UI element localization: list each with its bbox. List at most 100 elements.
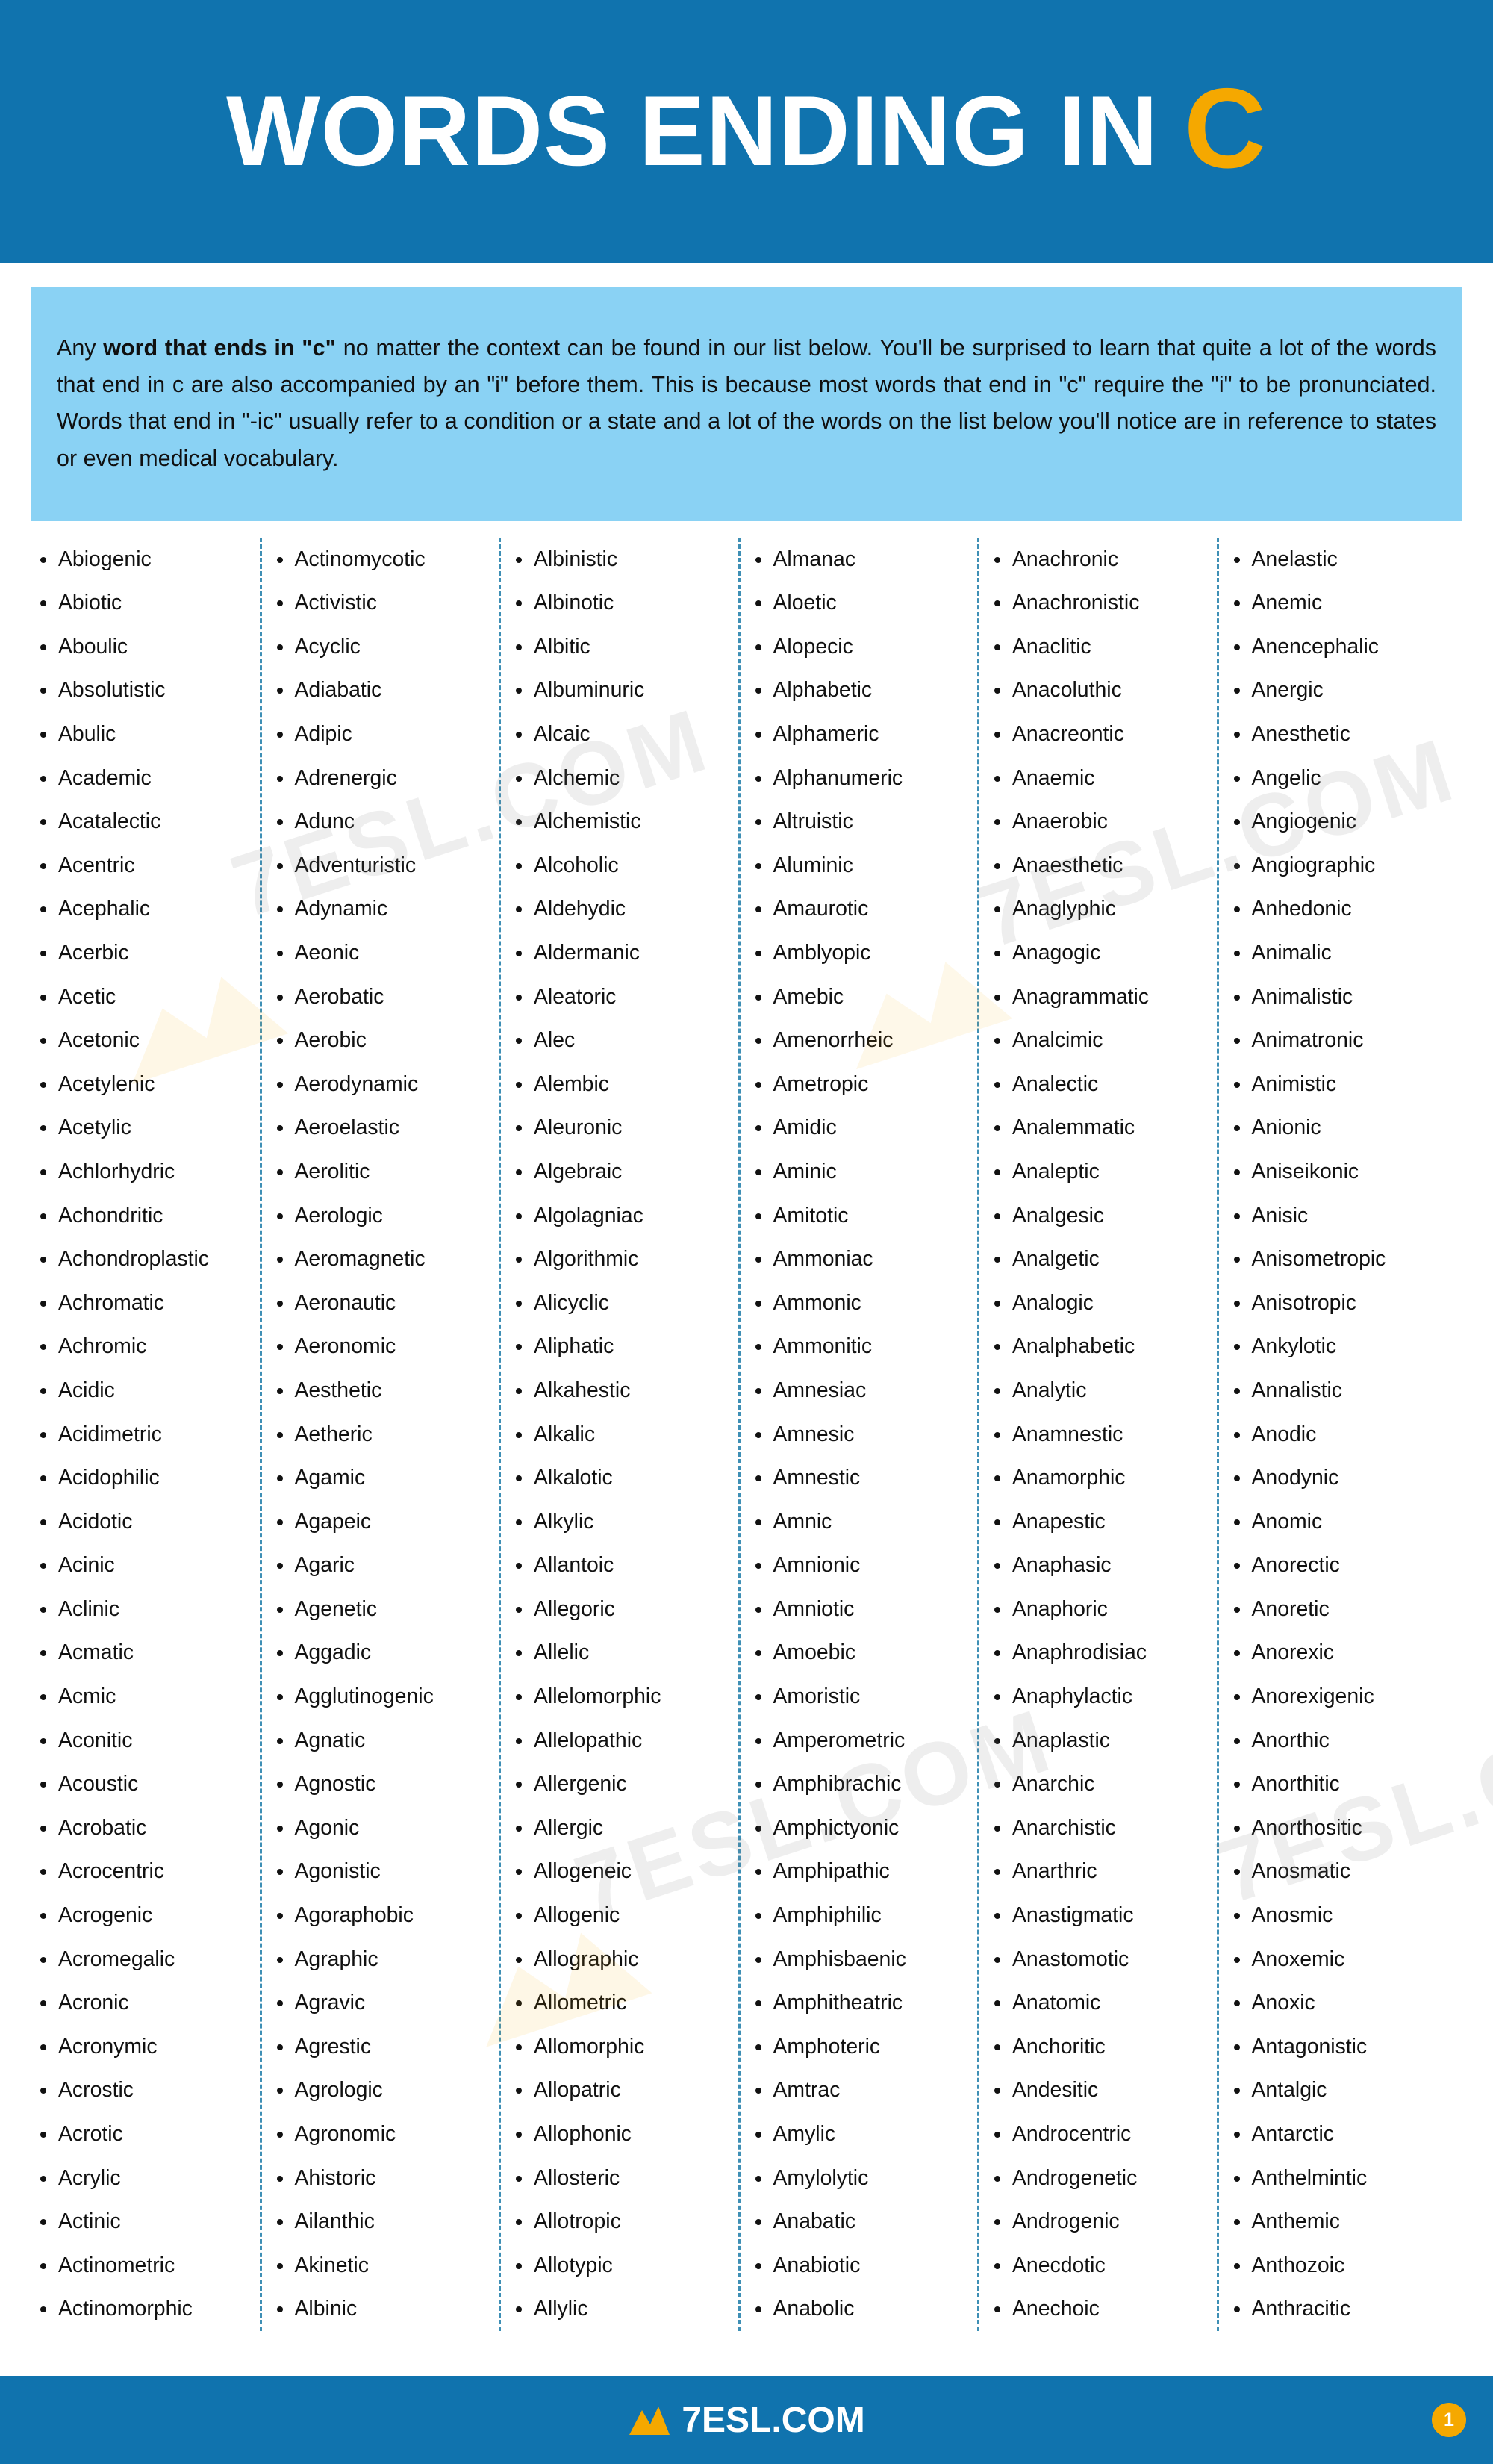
word-list-item: Aniseikonic bbox=[1229, 1150, 1454, 1194]
site-logo-text: 7ESL.COM bbox=[682, 2400, 865, 2440]
word-list-item: Acidic bbox=[36, 1369, 255, 1413]
word-list-item: Amenorrheic bbox=[751, 1018, 973, 1063]
word-column: Actinomycotic Activistic Acyclic Adiabatic A… bbox=[262, 537, 501, 2331]
word-list-item: Analectic bbox=[990, 1063, 1212, 1107]
word-list-item: Anachronistic bbox=[990, 581, 1212, 625]
word-list-item: Akinetic bbox=[272, 2244, 495, 2288]
word-list-item: Acetic bbox=[36, 975, 255, 1019]
word-list-item: Amoebic bbox=[751, 1631, 973, 1675]
word-list-item: Anastigmatic bbox=[990, 1894, 1212, 1938]
word-list-item: Agonistic bbox=[272, 1849, 495, 1894]
word-list-item: Allographic bbox=[511, 1938, 734, 1982]
word-list-item: Androcentric bbox=[990, 2112, 1212, 2156]
word-list-item: Actinometric bbox=[36, 2244, 255, 2288]
word-list-item: Amniotic bbox=[751, 1587, 973, 1631]
word-list-item: Acetylenic bbox=[36, 1063, 255, 1107]
word-list-item: Allogeneic bbox=[511, 1849, 734, 1894]
word-list-item: Amphipathic bbox=[751, 1849, 973, 1894]
word-list-item: Analphabetic bbox=[990, 1325, 1212, 1369]
word-column: Abiogenic Abiotic Aboulic Absolutistic Abuli… bbox=[22, 537, 262, 2331]
word-list-item: Anaphylactic bbox=[990, 1675, 1212, 1719]
word-list-item: Adynamic bbox=[272, 887, 495, 931]
word-list-item: Agraphic bbox=[272, 1938, 495, 1982]
word-list-item: Abiotic bbox=[36, 581, 255, 625]
word-list-item: Antarctic bbox=[1229, 2112, 1454, 2156]
word-list-item: Amnesiac bbox=[751, 1369, 973, 1413]
site-logo[interactable]: 7ESL.COM bbox=[628, 2400, 865, 2441]
word-list-item: Animistic bbox=[1229, 1063, 1454, 1107]
word-list-item: Analogic bbox=[990, 1281, 1212, 1325]
word-list-item: Agenetic bbox=[272, 1587, 495, 1631]
word-list-item: Allophonic bbox=[511, 2112, 734, 2156]
page-footer: 7ESL.COM 1 bbox=[0, 2376, 1493, 2464]
word-list-item: Acidotic bbox=[36, 1500, 255, 1544]
word-list-item: Achlorhydric bbox=[36, 1150, 255, 1194]
word-list-item: Anorthitic bbox=[1229, 1762, 1454, 1806]
word-list-item: Acrotic bbox=[36, 2112, 255, 2156]
word-list-item: Anecdotic bbox=[990, 2244, 1212, 2288]
word-list-item: Agaric bbox=[272, 1543, 495, 1587]
word-list-item: Aeronautic bbox=[272, 1281, 495, 1325]
word-list-item: Antagonistic bbox=[1229, 2025, 1454, 2069]
word-list-item: Acetonic bbox=[36, 1018, 255, 1063]
word-list: Anachronic Anachronistic Anaclitic Anacolut… bbox=[990, 538, 1212, 2331]
word-list-item: Adiabatic bbox=[272, 668, 495, 712]
page-title: WORDS ENDING IN C bbox=[226, 72, 1267, 188]
word-list-item: Angiographic bbox=[1229, 844, 1454, 888]
word-list-item: Aerodynamic bbox=[272, 1063, 495, 1107]
word-list-item: Anesthetic bbox=[1229, 712, 1454, 756]
word-list-item: Aboulic bbox=[36, 625, 255, 669]
word-list-item: Anorthic bbox=[1229, 1719, 1454, 1763]
word-list-item: Antalgic bbox=[1229, 2068, 1454, 2112]
word-list-item: Algorithmic bbox=[511, 1237, 734, 1281]
word-list-item: Alkalotic bbox=[511, 1456, 734, 1500]
word-list-item: Ammonic bbox=[751, 1281, 973, 1325]
word-list-item: Aconitic bbox=[36, 1719, 255, 1763]
word-list-item: Analgetic bbox=[990, 1237, 1212, 1281]
word-list-item: Anamorphic bbox=[990, 1456, 1212, 1500]
word-list-item: Amphibrachic bbox=[751, 1762, 973, 1806]
intro-bold-phrase: word that ends in "c" bbox=[103, 335, 337, 361]
word-list-item: Analgesic bbox=[990, 1194, 1212, 1238]
word-list-item: Angiogenic bbox=[1229, 800, 1454, 844]
word-list-item: Alchemic bbox=[511, 756, 734, 800]
word-list-item: Anoretic bbox=[1229, 1587, 1454, 1631]
word-list-item: Anodynic bbox=[1229, 1456, 1454, 1500]
word-list-item: Agronomic bbox=[272, 2112, 495, 2156]
word-list-item: Anthozoic bbox=[1229, 2244, 1454, 2288]
word-list-item: Agnostic bbox=[272, 1762, 495, 1806]
word-list-item: Amblyopic bbox=[751, 931, 973, 975]
word-list-item: Aerobatic bbox=[272, 975, 495, 1019]
word-list-item: Alchemistic bbox=[511, 800, 734, 844]
word-list-item: Acerbic bbox=[36, 931, 255, 975]
word-list-item: Aloetic bbox=[751, 581, 973, 625]
word-column: Almanac Aloetic Alopecic Alphabetic Alphamer… bbox=[741, 537, 979, 2331]
word-list-item: Aerolitic bbox=[272, 1150, 495, 1194]
word-list-item: Aminic bbox=[751, 1150, 973, 1194]
word-list-item: Amphiphilic bbox=[751, 1894, 973, 1938]
word-list-item: Acmic bbox=[36, 1675, 255, 1719]
word-list-item: Acrylic bbox=[36, 2156, 255, 2200]
word-list: Anelastic Anemic Anencephalic Anergic Anesth… bbox=[1229, 538, 1454, 2331]
word-list-item: Albinotic bbox=[511, 581, 734, 625]
word-list-item: Allergic bbox=[511, 1806, 734, 1850]
word-list-item: Acromegalic bbox=[36, 1938, 255, 1982]
word-list-item: Aldermanic bbox=[511, 931, 734, 975]
word-list-item: Animatronic bbox=[1229, 1018, 1454, 1063]
word-list-item: Allometric bbox=[511, 1981, 734, 2025]
word-list-item: Agglutinogenic bbox=[272, 1675, 495, 1719]
word-list: Almanac Aloetic Alopecic Alphabetic Alphamer… bbox=[751, 538, 973, 2331]
word-list-item: Alcaic bbox=[511, 712, 734, 756]
word-list-item: Aetheric bbox=[272, 1413, 495, 1457]
word-list-item: Anorexic bbox=[1229, 1631, 1454, 1675]
word-list-item: Acephalic bbox=[36, 887, 255, 931]
word-list-item: Amaurotic bbox=[751, 887, 973, 931]
word-list-item: Agrestic bbox=[272, 2025, 495, 2069]
word-list-item: Allopatric bbox=[511, 2068, 734, 2112]
word-list-item: Allotropic bbox=[511, 2200, 734, 2244]
word-list-item: Anthracitic bbox=[1229, 2287, 1454, 2331]
page-header: WORDS ENDING IN C bbox=[0, 0, 1493, 263]
word-list-item: Acronic bbox=[36, 1981, 255, 2025]
word-list-item: Altruistic bbox=[751, 800, 973, 844]
word-list-item: Acrocentric bbox=[36, 1849, 255, 1894]
